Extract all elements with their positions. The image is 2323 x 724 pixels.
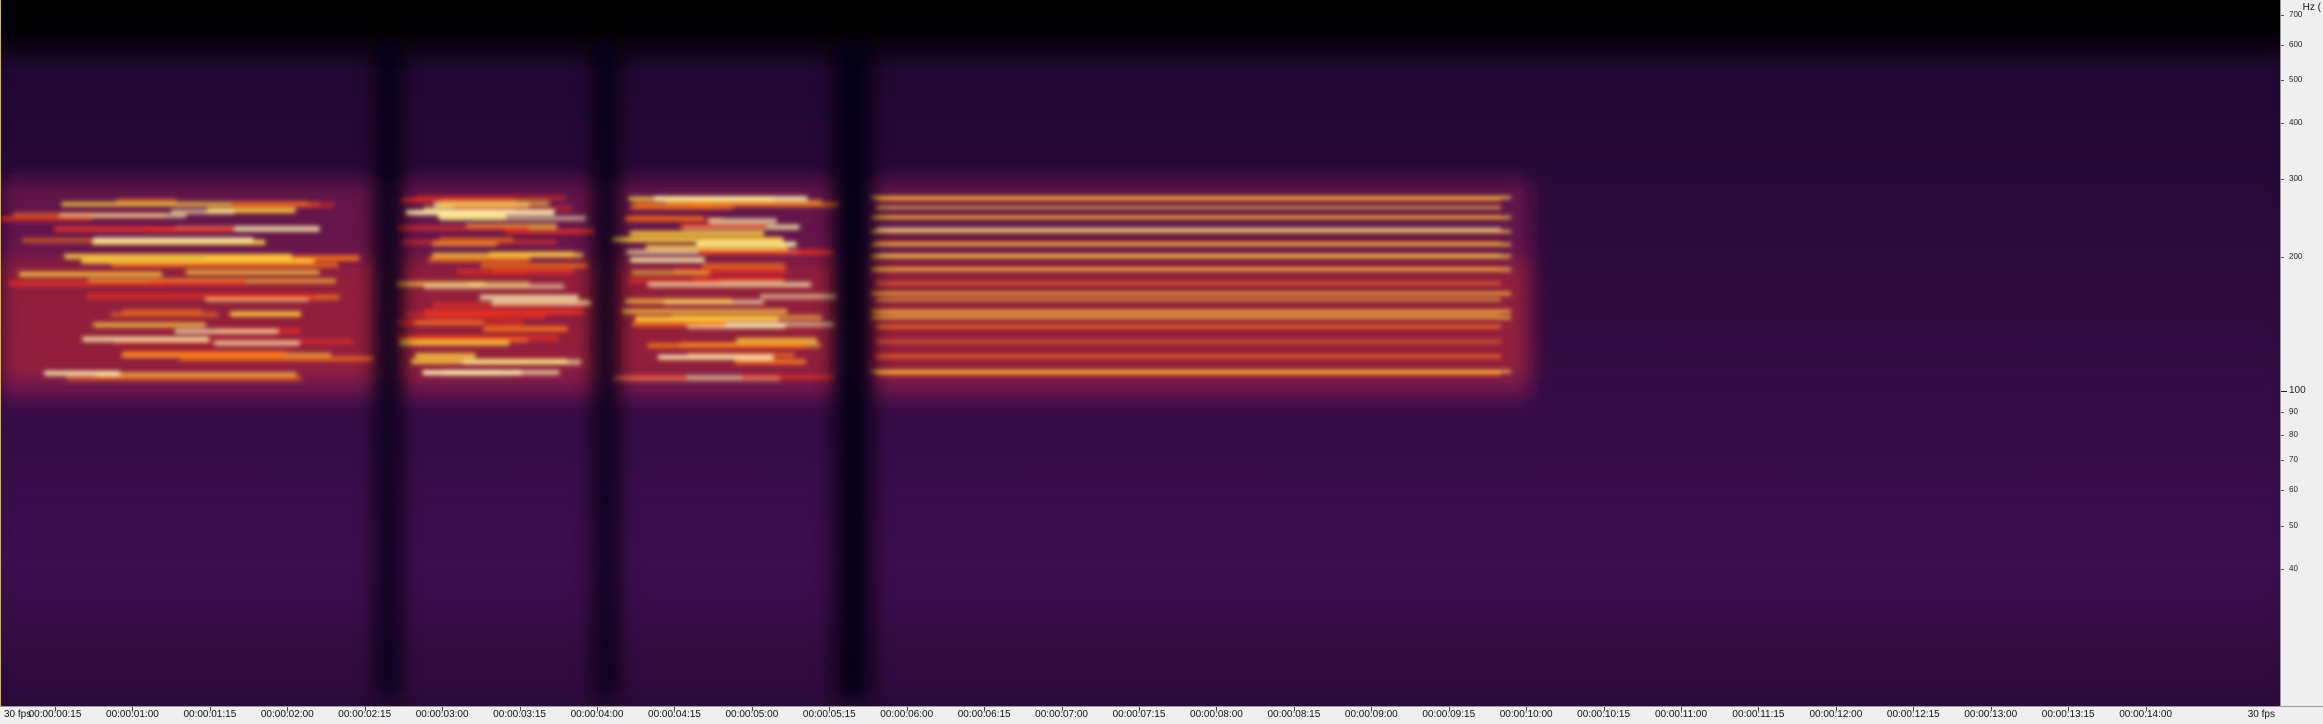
frequency-label: 100 bbox=[2289, 385, 2306, 397]
frequency-label: 50 bbox=[2289, 520, 2298, 530]
frequency-tick bbox=[2281, 123, 2284, 125]
frequency-label: 70 bbox=[2289, 455, 2298, 465]
time-label: 00:00:12:15 bbox=[1886, 709, 1940, 720]
frequency-label: 500 bbox=[2289, 74, 2303, 84]
frequency-tick bbox=[2281, 490, 2284, 492]
time-label: 00:00:08:15 bbox=[1267, 709, 1321, 720]
time-label: 00:00:09:00 bbox=[1344, 709, 1398, 720]
time-label: 00:00:02:15 bbox=[338, 709, 392, 720]
frequency-tick bbox=[2281, 79, 2284, 81]
time-label: 00:00:01:15 bbox=[183, 709, 237, 720]
frequency-tick bbox=[2281, 411, 2284, 413]
frequency-tick bbox=[2281, 460, 2284, 462]
time-label: 00:00:13:15 bbox=[2041, 709, 2095, 720]
time-label: 00:00:07:15 bbox=[1112, 709, 1166, 720]
time-label: 00:00:03:00 bbox=[415, 709, 469, 720]
time-label: 00:00:03:15 bbox=[493, 709, 546, 720]
time-label: 00:00:12:00 bbox=[1809, 709, 1863, 720]
frequency-label: 60 bbox=[2289, 485, 2298, 495]
spectrogram-view[interactable] bbox=[0, 0, 2280, 706]
frequency-tick bbox=[2281, 14, 2284, 16]
time-label: 00:00:11:15 bbox=[1732, 709, 1785, 720]
time-label: 00:00:05:15 bbox=[802, 709, 856, 720]
time-label: 00:00:13:00 bbox=[1964, 709, 2018, 720]
time-label: 00:00:04:00 bbox=[570, 709, 624, 720]
frequency-label: 400 bbox=[2289, 118, 2303, 128]
frequency-label: 300 bbox=[2289, 173, 2303, 183]
time-label: 00:00:11:00 bbox=[1654, 709, 1708, 720]
frequency-tick bbox=[2281, 568, 2284, 570]
time-label: 00:00:04:15 bbox=[648, 709, 701, 720]
frequency-label: 600 bbox=[2289, 39, 2303, 49]
spectrogram-image bbox=[1, 0, 2280, 706]
frame-rate-label-left: 30 fps bbox=[4, 709, 32, 720]
frequency-label: 700 bbox=[2289, 9, 2303, 19]
frequency-tick bbox=[2281, 257, 2284, 259]
frequency-label: 90 bbox=[2289, 406, 2298, 416]
time-label: 00:00:09:15 bbox=[1422, 709, 1476, 720]
frequency-tick bbox=[2281, 525, 2284, 527]
time-label: 00:00:10:15 bbox=[1577, 709, 1631, 720]
time-label: 00:00:01:00 bbox=[106, 709, 159, 720]
time-label: 00:00:06:00 bbox=[880, 709, 934, 720]
frequency-ruler[interactable]: Hz ( 10000800070006000500040003000200010… bbox=[2280, 0, 2323, 706]
time-label: 00:00:02:00 bbox=[260, 709, 314, 720]
time-label: 00:00:08:00 bbox=[1190, 709, 1243, 720]
frequency-tick bbox=[2281, 44, 2284, 46]
frequency-tick bbox=[2281, 178, 2284, 180]
frequency-label: 40 bbox=[2289, 563, 2298, 573]
frame-rate-label-right: 30 fps bbox=[2247, 709, 2275, 720]
frequency-tick bbox=[2281, 434, 2284, 436]
frequency-unit-label: Hz ( bbox=[2302, 2, 2321, 13]
time-label: 00:00:00:15 bbox=[28, 709, 82, 720]
frequency-tick bbox=[2281, 391, 2287, 393]
frequency-label: 200 bbox=[2289, 252, 2303, 262]
time-label: 00:00:14:00 bbox=[2119, 709, 2173, 720]
time-label: 00:00:06:15 bbox=[957, 709, 1011, 720]
time-ruler[interactable]: 30 fps 30 fps 00:00:00:15 00:00:01:00 00:0… bbox=[0, 706, 2323, 724]
frequency-label: 80 bbox=[2289, 429, 2298, 439]
time-label: 00:00:10:00 bbox=[1499, 709, 1553, 720]
time-label: 00:00:07:00 bbox=[1035, 709, 1088, 720]
time-label: 00:00:05:00 bbox=[725, 709, 779, 720]
